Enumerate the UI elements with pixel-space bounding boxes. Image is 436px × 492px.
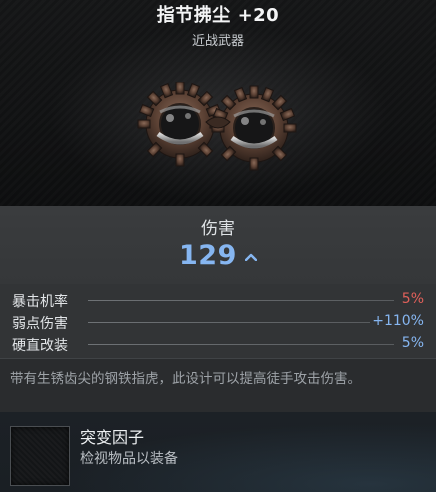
- stat-row-stagger-mod: 硬直改装 5%: [0, 333, 436, 355]
- up-arrow-icon: [244, 253, 257, 261]
- stat-row-weakpoint-damage: 弱点伤害 +110%: [0, 311, 436, 333]
- stat-divider: [88, 344, 394, 345]
- item-description: 带有生锈齿尖的钢铁指虎，此设计可以提高徒手攻击伤害。: [0, 358, 436, 413]
- stat-divider: [88, 300, 394, 301]
- damage-value-row: 129: [0, 240, 436, 271]
- damage-section: 伤害 129: [0, 206, 436, 284]
- damage-label: 伤害: [201, 219, 235, 239]
- stats-list: 暴击机率 5% 弱点伤害 +110% 硬直改装 5%: [0, 284, 436, 358]
- stat-divider: [88, 322, 370, 323]
- stat-value: +110%: [372, 313, 424, 329]
- stat-name: 硬直改装: [12, 338, 68, 354]
- damage-value: 129: [179, 240, 237, 271]
- item-title: 指节拂尘 +20: [156, 5, 280, 26]
- description-text: 带有生锈齿尖的钢铁指虎，此设计可以提高徒手攻击伤害。: [10, 371, 361, 387]
- brass-knuckles-icon: [137, 82, 297, 171]
- item-tooltip-card: 指节拂尘 +20 近战武器 伤害 129 暴击机率 5% 弱点伤害 +110% …: [0, 0, 436, 492]
- mutation-section[interactable]: 突变因子 检视物品以装备: [0, 412, 436, 492]
- item-type: 近战武器: [191, 34, 244, 49]
- stat-value: 5%: [401, 291, 424, 307]
- stat-value: 5%: [401, 335, 424, 351]
- stat-name: 弱点伤害: [12, 316, 68, 332]
- stat-name: 暴击机率: [12, 294, 68, 310]
- item-header: 指节拂尘 +20 近战武器: [0, 0, 436, 206]
- mutation-slot-icon[interactable]: [10, 426, 70, 486]
- mutation-title: 突变因子: [80, 428, 145, 447]
- stat-row-crit-chance: 暴击机率 5%: [0, 289, 436, 311]
- mutation-hint: 检视物品以装备: [80, 451, 178, 467]
